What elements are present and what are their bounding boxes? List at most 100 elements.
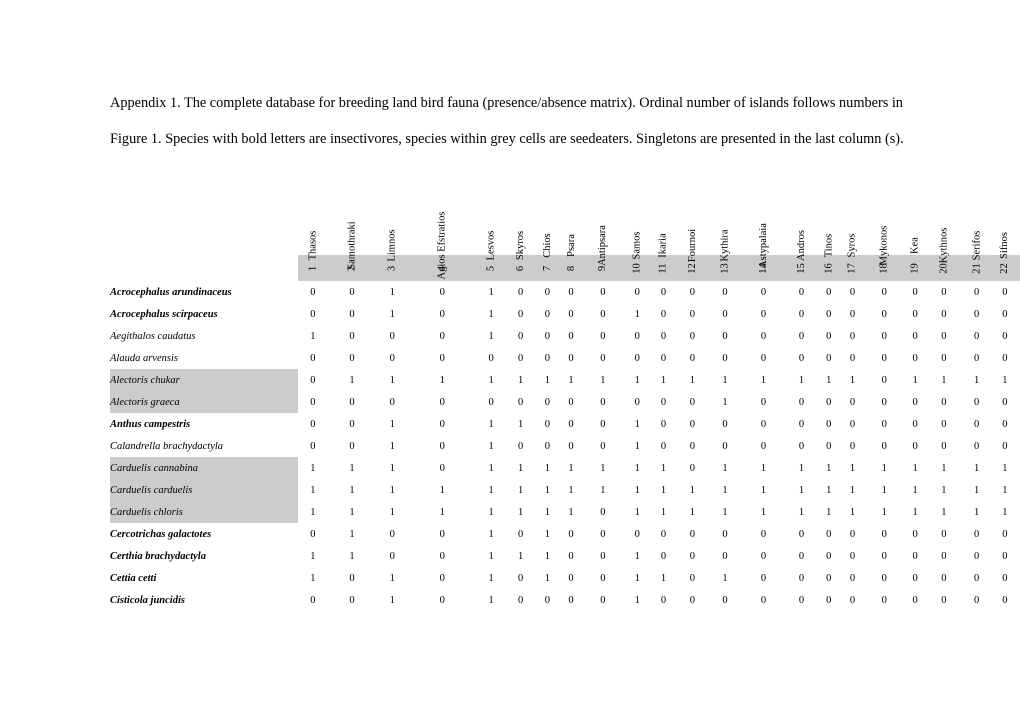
presence-cell: 0 xyxy=(506,435,535,457)
island-number: 17 xyxy=(840,255,864,281)
presence-cell: 0 xyxy=(786,303,817,325)
presence-cell: 1 xyxy=(962,457,992,479)
presence-cell: 0 xyxy=(328,347,376,369)
presence-cell: 0 xyxy=(926,589,962,611)
presence-cell: 0 xyxy=(991,347,1018,369)
presence-cell: 1 xyxy=(651,479,675,501)
presence-cell: 1 xyxy=(582,457,623,479)
presence-cell: 0 xyxy=(962,523,992,545)
presence-cell: 0 xyxy=(506,325,535,347)
presence-cell: 0 xyxy=(864,347,904,369)
presence-cell: 1 xyxy=(535,501,560,523)
presence-cell: 1 xyxy=(328,479,376,501)
table-row: Alectoris graeca000000000000100000000000… xyxy=(110,391,1020,413)
presence-cell: 0 xyxy=(926,325,962,347)
island-header: Kea xyxy=(904,185,926,255)
presence-cell: 0 xyxy=(840,281,864,303)
presence-cell: 0 xyxy=(904,413,926,435)
presence-cell: 0 xyxy=(991,281,1018,303)
presence-cell: 0 xyxy=(651,347,675,369)
presence-cell: 0 xyxy=(651,545,675,567)
presence-cell: 0 xyxy=(817,523,841,545)
presence-cell: 0 xyxy=(786,545,817,567)
presence-cell: 1 xyxy=(623,369,651,391)
presence-cell: 0 xyxy=(991,567,1018,589)
presence-cell: 1 xyxy=(676,479,709,501)
presence-cell: 1 xyxy=(623,501,651,523)
presence-cell: 1 xyxy=(376,413,408,435)
presence-cell: 0 xyxy=(298,589,328,611)
presence-cell: 0 xyxy=(676,457,709,479)
presence-cell: 1 xyxy=(582,369,623,391)
presence-cell: 0 xyxy=(741,545,786,567)
presence-cell: 0 xyxy=(623,281,651,303)
island-number: 19 xyxy=(904,255,926,281)
presence-cell: 0 xyxy=(817,589,841,611)
presence-cell: 0 xyxy=(904,567,926,589)
island-header: Tinos xyxy=(817,185,841,255)
species-name: Certhia brachydactyla xyxy=(110,545,298,567)
presence-cell: 1 xyxy=(535,567,560,589)
presence-cell: 0 xyxy=(840,325,864,347)
island-header: Fournoi xyxy=(676,185,709,255)
presence-cell: 0 xyxy=(560,589,583,611)
presence-cell: 0 xyxy=(962,391,992,413)
presence-cell: 0 xyxy=(926,545,962,567)
presence-cell: 0 xyxy=(991,589,1018,611)
island-number: 18 xyxy=(864,255,904,281)
presence-cell: 0 xyxy=(840,303,864,325)
presence-cell: 0 xyxy=(676,303,709,325)
presence-cell: 0 xyxy=(560,413,583,435)
presence-cell: 0 xyxy=(817,391,841,413)
presence-cell: 1 xyxy=(991,457,1018,479)
presence-cell: 0 xyxy=(651,523,675,545)
presence-cell: 0 xyxy=(741,413,786,435)
presence-cell: 1 xyxy=(962,369,992,391)
presence-cell: 1 xyxy=(926,369,962,391)
presence-cell: 1 xyxy=(623,545,651,567)
presence-cell: 1 xyxy=(376,369,408,391)
presence-cell: 0 xyxy=(376,347,408,369)
presence-cell: 0 xyxy=(709,325,741,347)
presence-cell: 1 xyxy=(408,369,476,391)
presence-cell: 0 xyxy=(786,589,817,611)
caption-line-2: Figure 1. Species with bold letters are … xyxy=(110,131,904,147)
presence-cell: 0 xyxy=(741,435,786,457)
species-name: Carduelis cannabina xyxy=(110,457,298,479)
presence-cell: 0 xyxy=(582,303,623,325)
presence-cell: 0 xyxy=(506,523,535,545)
presence-cell: 0 xyxy=(991,325,1018,347)
presence-cell: 1 xyxy=(926,479,962,501)
presence-cell: 0 xyxy=(817,303,841,325)
presence-cell: 0 xyxy=(328,435,376,457)
presence-cell: 0 xyxy=(840,347,864,369)
presence-cell: 0 xyxy=(991,545,1018,567)
presence-cell: 0 xyxy=(786,281,817,303)
island-name-row: ThasosSamothrakiLimnosAgios EfstratiosLe… xyxy=(110,185,1020,255)
island-header: Chios xyxy=(535,185,560,255)
presence-cell: 0 xyxy=(741,325,786,347)
presence-cell: 0 xyxy=(840,589,864,611)
presence-cell: 0 xyxy=(298,281,328,303)
presence-cell: 1 xyxy=(651,567,675,589)
presence-cell: 0 xyxy=(840,391,864,413)
presence-cell: 0 xyxy=(962,545,992,567)
table-row: Alauda arvensis0000000000000000000000100… xyxy=(110,347,1020,369)
presence-cell: 0 xyxy=(560,281,583,303)
island-header: Kythira xyxy=(709,185,741,255)
presence-cell: 0 xyxy=(817,347,841,369)
presence-cell: 0 xyxy=(962,347,992,369)
presence-cell: 0 xyxy=(560,567,583,589)
presence-cell: 0 xyxy=(840,413,864,435)
presence-cell: 1 xyxy=(651,369,675,391)
presence-cell: 0 xyxy=(904,545,926,567)
presence-cell: 1 xyxy=(991,369,1018,391)
presence-cell: 0 xyxy=(962,303,992,325)
presence-cell: 0 xyxy=(840,545,864,567)
presence-cell: 1 xyxy=(506,545,535,567)
presence-cell: 1 xyxy=(476,303,506,325)
presence-cell: 0 xyxy=(328,325,376,347)
presence-cell: 0 xyxy=(651,413,675,435)
presence-cell: 0 xyxy=(786,523,817,545)
presence-cell: 0 xyxy=(560,303,583,325)
